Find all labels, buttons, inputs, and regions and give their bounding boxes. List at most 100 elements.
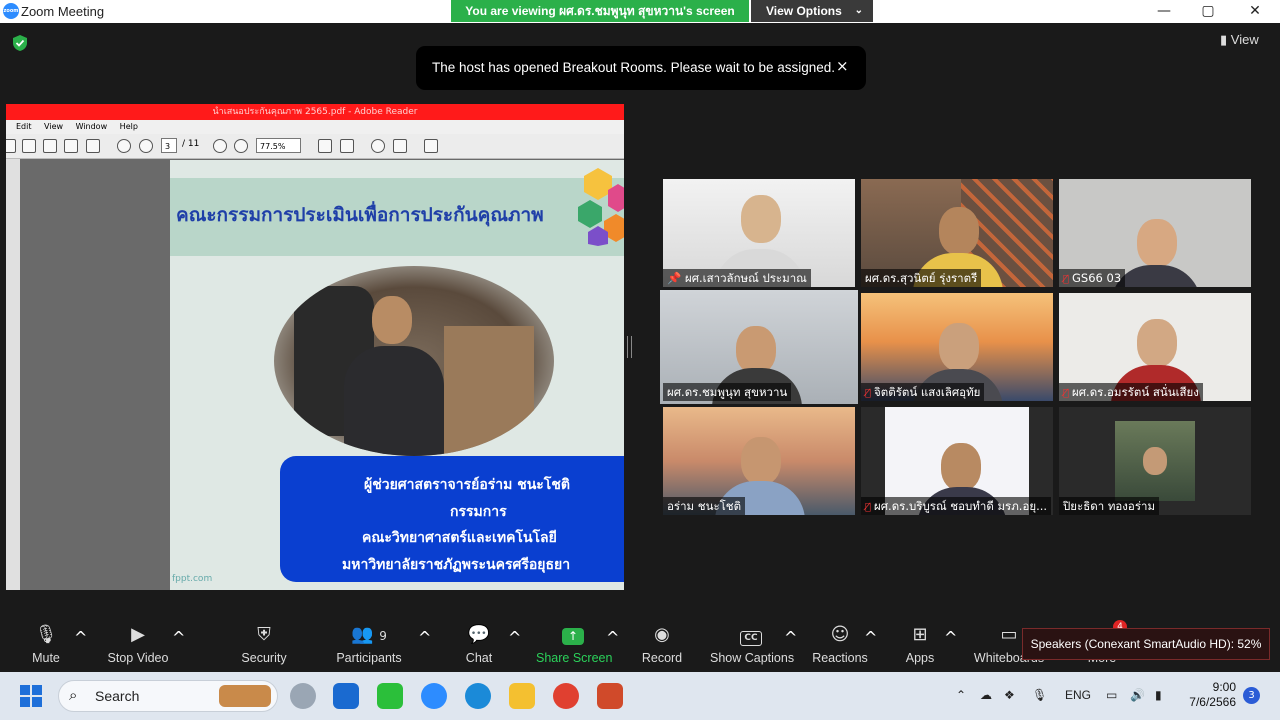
slide-line-3: คณะวิทยาศาสตร์และเทคโนโลยี [362, 530, 557, 546]
apps-button[interactable]: ⊞ Apps [902, 624, 938, 665]
record-icon: ◉ [654, 624, 670, 645]
audio-options-chevron-icon[interactable]: ^ [74, 628, 87, 647]
participant-name: 🎙̸ GS66 03 [1059, 269, 1126, 287]
reader-save-icon [43, 139, 57, 153]
share-screen-button[interactable]: ↑ Share Screen [536, 624, 612, 665]
view-options-button[interactable]: View Options ⌄ [751, 0, 873, 22]
reader-email-icon [86, 139, 100, 153]
powerpoint-app-icon[interactable] [597, 683, 623, 709]
reader-zoom-in-icon [234, 139, 248, 153]
stop-video-button[interactable]: ▶ Stop Video [106, 624, 170, 665]
reader-zoom-out-icon [213, 139, 227, 153]
smiley-icon: ☺ [830, 624, 850, 645]
line-app-icon[interactable] [377, 683, 403, 709]
chevron-down-icon: ⌄ [854, 5, 863, 16]
chat-button[interactable]: 💬 Chat [462, 624, 496, 665]
video-tile[interactable]: อร่าม ชนะโชติ [663, 407, 855, 515]
security-button[interactable]: ⛨ Security [240, 624, 288, 665]
muted-mic-icon: 🎙̸ [865, 388, 872, 399]
windows-taskbar: ⌕ Search ⌃ ☁ ❖ 🎙 ENG ▭ 🔊 ▮ 9:00 7/6/2566… [0, 672, 1280, 720]
slide-photo [274, 266, 554, 456]
share-chevron-icon[interactable]: ^ [606, 628, 619, 647]
mail-app-icon[interactable] [333, 683, 359, 709]
window-title: Zoom Meeting [21, 4, 105, 19]
chat-bubble-icon: 💬 [467, 624, 491, 645]
reader-nav-pane [6, 159, 20, 590]
video-tile[interactable]: ผศ.ดร.สุวนิตย์ รุ่งราตรี [861, 179, 1053, 287]
muted-mic-icon: 🎙̸ [1063, 388, 1070, 399]
shared-screen: นำเสนอประกันคุณภาพ 2565.pdf - Adobe Read… [6, 104, 624, 590]
edge-browser-icon[interactable] [465, 683, 491, 709]
search-label: Search [95, 688, 140, 704]
close-window-button[interactable]: ✕ [1241, 2, 1269, 20]
breakout-notification: The host has opened Breakout Rooms. Plea… [416, 46, 866, 90]
video-tile-active-speaker[interactable]: ผศ.ดร.ชมพูนุท สุขหวาน [660, 290, 858, 404]
slide-hexagon-decoration [578, 168, 624, 246]
windows-start-icon[interactable] [20, 685, 42, 707]
video-options-chevron-icon[interactable]: ^ [172, 628, 185, 647]
battery-icon[interactable]: ▮ [1155, 688, 1162, 702]
reader-next-page-icon [139, 139, 153, 153]
minimize-button[interactable]: — [1150, 2, 1178, 20]
split-view-handle[interactable] [627, 336, 632, 358]
reactions-button[interactable]: ☺ Reactions [812, 624, 868, 665]
volume-icon[interactable]: 🔊 [1130, 688, 1145, 702]
zoom-logo-icon: zoom [3, 3, 19, 19]
file-explorer-icon[interactable] [509, 683, 535, 709]
view-grid-icon: ▮ [1220, 32, 1228, 47]
reader-menu-view: View [44, 122, 64, 131]
dropbox-icon[interactable]: ❖ [1004, 688, 1015, 702]
video-tile[interactable]: 🎙̸ GS66 03 [1059, 179, 1251, 287]
presentation-slide: คณะกรรมการประเมินเพื่อการประกันคุณภาพ ผู… [170, 160, 624, 590]
participants-chevron-icon[interactable]: ^ [418, 628, 431, 647]
encryption-shield-icon[interactable] [11, 34, 29, 52]
search-icon: ⌕ [69, 686, 78, 704]
view-layout-button[interactable]: ▮ View [1220, 32, 1259, 48]
slide-line-4: มหาวิทยาลัยราชภัฏพระนครศรีอยุธยา [342, 557, 571, 573]
display-icon[interactable]: ▭ [1106, 688, 1117, 702]
muted-mic-icon: 🎙̸ [1063, 274, 1070, 285]
view-label: View [1230, 32, 1259, 47]
input-language[interactable]: ENG [1065, 688, 1091, 702]
onedrive-icon[interactable]: ☁ [980, 688, 992, 702]
mute-button[interactable]: 🎙 Mute [26, 624, 66, 665]
participant-name: ผศ.ดร.สุวนิตย์ รุ่งราตรี [861, 269, 982, 287]
reader-open-icon [6, 139, 16, 153]
reactions-chevron-icon[interactable]: ^ [864, 628, 877, 647]
record-button[interactable]: ◉ Record [640, 624, 684, 665]
chrome-browser-icon[interactable] [553, 683, 579, 709]
reader-expand-icon [424, 139, 438, 153]
maximize-button[interactable]: ▢ [1194, 2, 1222, 20]
slide-heading: คณะกรรมการประเมินเพื่อการประกันคุณภาพ [176, 204, 544, 226]
people-icon: 👥 9 [351, 624, 387, 645]
view-options-label: View Options [766, 4, 842, 18]
reader-fit-width-icon [340, 139, 354, 153]
reader-menu-window: Window [75, 122, 108, 131]
reader-print-icon [64, 139, 78, 153]
taskbar-clock[interactable]: 9:00 7/6/2566 [1186, 680, 1236, 710]
apps-chevron-icon[interactable]: ^ [944, 628, 957, 647]
close-notification-icon[interactable]: × [836, 57, 849, 75]
captions-chevron-icon[interactable]: ^ [784, 628, 797, 647]
tray-chevron-up-icon[interactable]: ⌃ [956, 688, 966, 702]
show-captions-button[interactable]: CC Show Captions [710, 624, 794, 665]
zoom-app-icon[interactable] [421, 683, 447, 709]
tray-microphone-icon[interactable]: 🎙 [1032, 688, 1047, 702]
video-tile[interactable]: 🎙̸ ผศ.ดร.อมรรัตน์ สนั่นเสียง [1059, 293, 1251, 401]
video-tile[interactable]: 📌 ผศ.เสาวลักษณ์ ประมาณ [663, 179, 855, 287]
reader-prev-page-icon [117, 139, 131, 153]
reader-titlebar: นำเสนอประกันคุณภาพ 2565.pdf - Adobe Read… [6, 104, 624, 120]
video-tile[interactable]: ปิยะธิดา ทองอร่าม [1059, 407, 1251, 515]
chat-chevron-icon[interactable]: ^ [508, 628, 521, 647]
video-tile[interactable]: 🎙̸ จิตติรัตน์ แสงเลิศอุทัย [861, 293, 1053, 401]
reader-menu-edit: Edit [16, 122, 32, 131]
video-tile[interactable]: 🎙̸ ผศ.ดร.บริบูรณ์ ชอบทำดี มรภ.อยุ... [861, 407, 1053, 515]
reader-menubar: Edit View Window Help [6, 120, 624, 134]
captions-icon: CC [710, 624, 792, 646]
reader-page-field: 3 [161, 138, 177, 153]
notification-count-badge[interactable]: 3 [1243, 687, 1260, 704]
weather-app-icon[interactable] [290, 683, 316, 709]
taskbar-search[interactable]: ⌕ Search [58, 680, 278, 712]
participants-button[interactable]: 👥 9 Participants [334, 624, 404, 665]
participant-name: ผศ.ดร.ชมพูนุท สุขหวาน [663, 383, 792, 401]
